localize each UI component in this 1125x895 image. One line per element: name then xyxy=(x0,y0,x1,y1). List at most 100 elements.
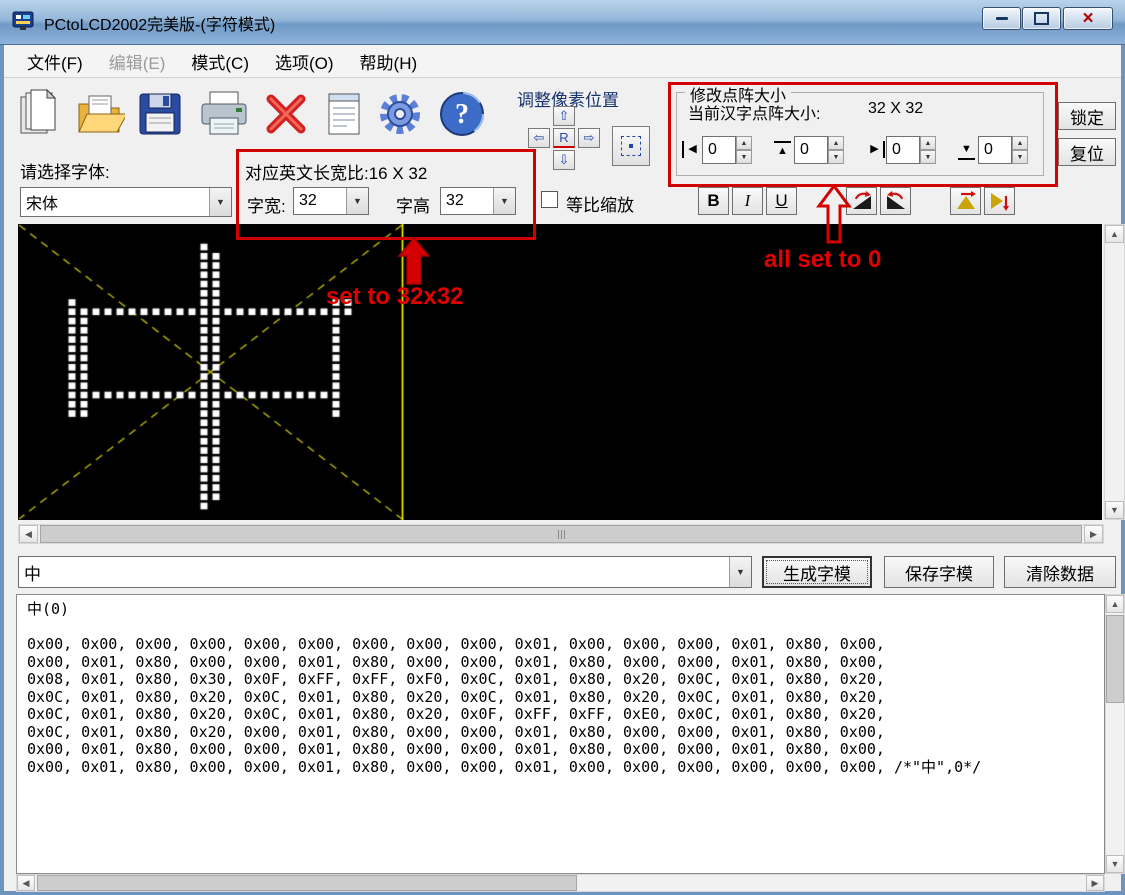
delete-button[interactable] xyxy=(258,84,314,144)
spin-up-icon[interactable]: ▲ xyxy=(828,136,844,150)
save-icon xyxy=(139,93,181,135)
dropdown-arrow-icon[interactable]: ▼ xyxy=(493,188,515,214)
output-vscrollbar-thumb[interactable] xyxy=(1106,615,1124,703)
bold-label: B xyxy=(707,191,720,210)
font-select[interactable]: 宋体 ▼ xyxy=(20,187,232,217)
export-image-button[interactable] xyxy=(196,84,252,144)
rotate-left-icon xyxy=(852,191,871,209)
flip-vertical-button[interactable] xyxy=(950,187,981,215)
hex-line: 0x00, 0x00, 0x00, 0x00, 0x00, 0x00, 0x00… xyxy=(27,635,885,653)
shrink-right-icon: ▶ xyxy=(866,141,885,158)
flip-horizontal-button[interactable] xyxy=(984,187,1015,215)
app-window: PCtoLCD2002完美版-(字符模式) × 文件(F) 编辑(E) 模式(C… xyxy=(0,0,1125,895)
char-height-value: 32 xyxy=(446,192,464,209)
hex-line: 0x00, 0x01, 0x80, 0x00, 0x00, 0x01, 0x80… xyxy=(27,652,885,671)
left-offset-spinner[interactable]: ▲ ▼ xyxy=(736,136,752,164)
dropdown-arrow-icon[interactable]: ▼ xyxy=(729,557,751,587)
output-header: 中(0) xyxy=(27,600,70,618)
rotate-left-button[interactable] xyxy=(846,187,877,215)
reset-size-button[interactable]: 复位 xyxy=(1058,138,1116,166)
generate-button-label: 生成字模 xyxy=(783,564,851,584)
open-file-icon xyxy=(78,95,125,133)
canvas-horizontal-scrollbar[interactable]: ◀ ▶ xyxy=(18,524,1104,544)
char-height-select[interactable]: 32 ▼ xyxy=(440,187,516,215)
canvas-vertical-scrollbar[interactable]: ▲ ▼ xyxy=(1104,224,1125,520)
scroll-left-icon[interactable]: ◀ xyxy=(19,525,38,543)
menu-file[interactable]: 文件(F) xyxy=(14,44,96,79)
menu-edit: 编辑(E) xyxy=(108,53,166,73)
character-input[interactable]: 中 ▼ xyxy=(18,556,752,588)
settings-button[interactable] xyxy=(372,84,428,144)
scroll-down-icon[interactable]: ▼ xyxy=(1105,501,1124,519)
minimize-button[interactable] xyxy=(982,7,1021,30)
new-file-button[interactable] xyxy=(12,84,68,144)
hex-line: 0x0C, 0x01, 0x80, 0x20, 0x00, 0x01, 0x80… xyxy=(27,722,885,741)
spin-up-icon[interactable]: ▲ xyxy=(736,136,752,150)
canvas-scrollbar-thumb[interactable] xyxy=(40,525,1082,543)
scroll-down-icon[interactable]: ▼ xyxy=(1106,855,1124,873)
rotate-right-button[interactable] xyxy=(880,187,911,215)
right-offset-value: 0 xyxy=(892,141,901,158)
move-up-button[interactable]: ⇧ xyxy=(553,106,575,126)
spin-up-icon[interactable]: ▲ xyxy=(920,136,936,150)
dropdown-arrow-icon[interactable]: ▼ xyxy=(209,188,231,216)
hex-line: 0x0C, 0x01, 0x80, 0x20, 0x0C, 0x01, 0x80… xyxy=(27,705,885,723)
left-arrow-icon: ⇦ xyxy=(533,130,545,145)
top-offset-spinner[interactable]: ▲ ▼ xyxy=(828,136,844,164)
menu-options[interactable]: 选项(O) xyxy=(262,44,347,79)
bottom-offset-spinner[interactable]: ▲ ▼ xyxy=(1012,136,1028,164)
move-right-button[interactable]: ⇨ xyxy=(578,128,600,148)
spin-down-icon[interactable]: ▼ xyxy=(1012,150,1028,164)
proportional-checkbox[interactable] xyxy=(541,191,558,208)
open-file-button[interactable] xyxy=(72,84,128,144)
help-button[interactable]: ? xyxy=(434,84,490,144)
char-width-select[interactable]: 32 ▼ xyxy=(293,187,369,215)
reset-position-button[interactable]: R xyxy=(553,128,575,148)
center-image-button[interactable] xyxy=(612,126,650,166)
flip-vertical-icon xyxy=(956,191,976,209)
spin-down-icon[interactable]: ▼ xyxy=(736,150,752,164)
character-input-value: 中 xyxy=(24,564,41,584)
close-button[interactable]: × xyxy=(1063,7,1113,30)
menu-help[interactable]: 帮助(H) xyxy=(347,44,431,79)
spin-up-icon[interactable]: ▲ xyxy=(1012,136,1028,150)
maximize-button[interactable] xyxy=(1022,7,1061,30)
scroll-right-icon[interactable]: ▶ xyxy=(1084,525,1103,543)
underline-button[interactable]: U xyxy=(766,187,797,215)
move-down-button[interactable]: ⇩ xyxy=(553,150,575,170)
reset-position-label: R xyxy=(559,130,569,145)
scroll-up-icon[interactable]: ▲ xyxy=(1106,595,1124,613)
italic-button[interactable]: I xyxy=(732,187,763,215)
output-horizontal-scrollbar[interactable]: ◀ ▶ xyxy=(16,874,1105,892)
hex-line: 0x08, 0x01, 0x80, 0x30, 0x0F, 0xFF, 0xFF… xyxy=(27,670,885,688)
svg-text:?: ? xyxy=(455,99,469,130)
move-left-button[interactable]: ⇦ xyxy=(528,128,550,148)
bottom-offset-field[interactable]: 0 xyxy=(978,136,1012,164)
left-offset-field[interactable]: 0 xyxy=(702,136,736,164)
clear-data-button[interactable]: 清除数据 xyxy=(1004,556,1116,588)
save-file-button[interactable] xyxy=(132,84,188,144)
current-size-value: 32 X 32 xyxy=(868,100,924,117)
spin-down-icon[interactable]: ▼ xyxy=(828,150,844,164)
output-hscrollbar-thumb[interactable] xyxy=(37,875,577,891)
bold-button[interactable]: B xyxy=(698,187,729,215)
save-font-button[interactable]: 保存字模 xyxy=(884,556,994,588)
help-icon: ? xyxy=(440,92,484,136)
spin-down-icon[interactable]: ▼ xyxy=(920,150,936,164)
generate-button[interactable]: 生成字模 xyxy=(762,556,872,588)
hex-line: 0x00, 0x01, 0x80, 0x00, 0x00, 0x01, 0x80… xyxy=(27,740,885,758)
italic-label: I xyxy=(744,191,751,210)
scroll-right-icon[interactable]: ▶ xyxy=(1086,875,1104,891)
pixel-editor-canvas[interactable] xyxy=(18,224,1102,520)
right-offset-spinner[interactable]: ▲ ▼ xyxy=(920,136,936,164)
notes-button[interactable] xyxy=(316,84,372,144)
output-vertical-scrollbar[interactable]: ▲ ▼ xyxy=(1105,594,1125,874)
top-offset-field[interactable]: 0 xyxy=(794,136,828,164)
menu-mode[interactable]: 模式(C) xyxy=(178,44,262,79)
dropdown-arrow-icon[interactable]: ▼ xyxy=(346,188,368,214)
right-offset-field[interactable]: 0 xyxy=(886,136,920,164)
lock-button[interactable]: 锁定 xyxy=(1058,102,1116,130)
scroll-up-icon[interactable]: ▲ xyxy=(1105,225,1124,243)
scroll-left-icon[interactable]: ◀ xyxy=(17,875,35,891)
output-text-area[interactable]: 中(0) 0x00, 0x00, 0x00, 0x00, 0x00, 0x00,… xyxy=(16,594,1105,874)
